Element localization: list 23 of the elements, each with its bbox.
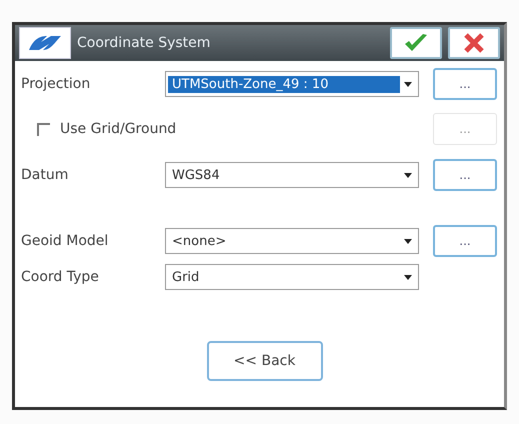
checkbox-label: Use Grid/Ground — [60, 121, 176, 137]
dropdown-field[interactable]: UTMSouth-Zone_49 : 10 — [165, 71, 419, 97]
checkbox[interactable] — [37, 122, 50, 136]
dropdown-field[interactable]: Grid — [165, 264, 419, 290]
field-label: Geoid Model — [21, 233, 110, 249]
logo-icon — [19, 27, 71, 59]
close-button[interactable] — [448, 27, 500, 59]
dropdown-value: WGS84 — [171, 166, 221, 184]
dropdown-field[interactable]: <none> — [165, 228, 419, 254]
dropdown-field[interactable]: WGS84 — [165, 162, 419, 188]
field-label: Datum — [21, 167, 70, 183]
back-button[interactable]: << Back — [206, 341, 322, 381]
browse-button[interactable]: ... — [433, 159, 497, 191]
field-label: Coord Type — [21, 269, 100, 285]
browse-button[interactable]: ... — [433, 68, 497, 100]
window-title: Coordinate System — [77, 35, 212, 51]
dropdown-value: UTMSouth-Zone_49 : 10 — [168, 76, 400, 92]
browse-button[interactable]: ... — [433, 225, 497, 257]
dropdown-value: Grid — [171, 268, 200, 286]
ok-button[interactable] — [390, 27, 442, 59]
close-icon — [463, 32, 485, 54]
field-label: Projection — [21, 76, 92, 92]
dropdown-value: <none> — [171, 232, 228, 250]
